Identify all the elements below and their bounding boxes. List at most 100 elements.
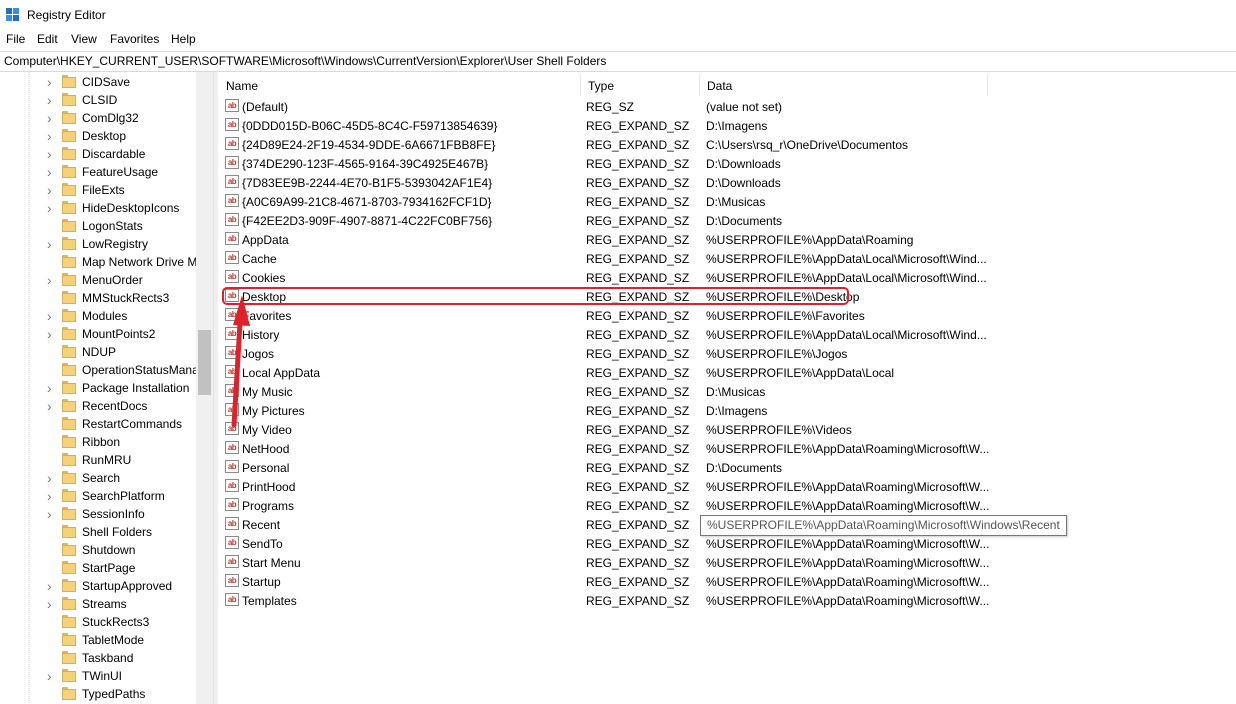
- menu-edit[interactable]: Edit: [37, 32, 58, 46]
- expand-chevron-icon[interactable]: ›: [47, 111, 57, 125]
- tree-item-label: RestartCommands: [82, 417, 183, 431]
- tree-item[interactable]: NDUP: [0, 343, 196, 361]
- tree-item[interactable]: MMStuckRects3: [0, 289, 196, 307]
- tree-item[interactable]: › MenuOrder: [0, 271, 196, 289]
- tree-item[interactable]: › RecentDocs: [0, 397, 196, 415]
- tree-item[interactable]: Taskband: [0, 649, 196, 667]
- tree-item[interactable]: › SearchPlatform: [0, 487, 196, 505]
- value-row[interactable]: ab {0DDD015D-B06C-45D5-8C4C-F59713854639}…: [218, 116, 1236, 135]
- value-row[interactable]: ab PrintHood REG_EXPAND_SZ %USERPROFILE%\Ap…: [218, 477, 1236, 496]
- tree-item[interactable]: › Streams: [0, 595, 196, 613]
- folder-icon: [62, 597, 76, 610]
- value-row[interactable]: ab Programs REG_EXPAND_SZ %USERPROFILE%\App…: [218, 496, 1236, 515]
- value-name: {7D83EE9B-2244-4E70-B1F5-5393042AF1E4}: [242, 176, 493, 190]
- tree-item[interactable]: › Discardable: [0, 145, 196, 163]
- value-row[interactable]: ab Favorites REG_EXPAND_SZ %USERPROFILE%\Fa…: [218, 306, 1236, 325]
- tree-item[interactable]: › CIDSave: [0, 73, 196, 91]
- expand-chevron-icon[interactable]: ›: [47, 129, 57, 143]
- expand-chevron-icon[interactable]: ›: [47, 183, 57, 197]
- tree-item[interactable]: TypedPaths: [0, 685, 196, 703]
- expand-chevron-icon[interactable]: ›: [47, 381, 57, 395]
- value-row[interactable]: ab Templates REG_EXPAND_SZ %USERPROFILE%\Ap…: [218, 591, 1236, 610]
- values-list[interactable]: Name Type Data ab (Default) REG_SZ (value n…: [218, 72, 1236, 704]
- value-row[interactable]: ab {374DE290-123F-4565-9164-39C4925E467B}…: [218, 154, 1236, 173]
- expand-chevron-icon[interactable]: ›: [47, 273, 57, 287]
- expand-chevron-icon[interactable]: ›: [47, 399, 57, 413]
- expand-chevron-icon[interactable]: ›: [47, 327, 57, 341]
- tree-item[interactable]: › Package Installation: [0, 379, 196, 397]
- value-row[interactable]: ab {24D89E24-2F19-4534-9DDE-6A6671FBB8FE}…: [218, 135, 1236, 154]
- tree-item[interactable]: › Desktop: [0, 127, 196, 145]
- tree-item[interactable]: › TWinUI: [0, 667, 196, 685]
- value-row[interactable]: ab {7D83EE9B-2244-4E70-B1F5-5393042AF1E4}…: [218, 173, 1236, 192]
- expand-chevron-icon[interactable]: ›: [47, 669, 57, 683]
- column-header-data[interactable]: Data: [699, 74, 988, 96]
- key-tree[interactable]: › CIDSave › CLSID › ComDlg32 › Desktop › Discarda…: [0, 72, 213, 704]
- tree-item[interactable]: › HideDesktopIcons: [0, 199, 196, 217]
- menu-view[interactable]: View: [71, 32, 97, 46]
- value-row[interactable]: ab (Default) REG_SZ (value not set): [218, 97, 1236, 116]
- expand-chevron-icon[interactable]: ›: [47, 579, 57, 593]
- expand-chevron-icon[interactable]: ›: [47, 147, 57, 161]
- value-row[interactable]: ab My Pictures REG_EXPAND_SZ D:\Imagens: [218, 401, 1236, 420]
- value-row[interactable]: ab Cookies REG_EXPAND_SZ %USERPROFILE%\AppD…: [218, 268, 1236, 287]
- value-row[interactable]: ab AppData REG_EXPAND_SZ %USERPROFILE%\AppD…: [218, 230, 1236, 249]
- tree-item[interactable]: › Search: [0, 469, 196, 487]
- expand-chevron-icon[interactable]: ›: [47, 507, 57, 521]
- tree-item[interactable]: › LowRegistry: [0, 235, 196, 253]
- tree-item[interactable]: TabletMode: [0, 631, 196, 649]
- value-data: D:\Downloads: [706, 176, 781, 190]
- menu-favorites[interactable]: Favorites: [110, 32, 159, 46]
- expand-chevron-icon[interactable]: ›: [47, 237, 57, 251]
- expand-chevron-icon[interactable]: ›: [47, 489, 57, 503]
- value-row[interactable]: ab History REG_EXPAND_SZ %USERPROFILE%\AppD…: [218, 325, 1236, 344]
- tree-item[interactable]: › FeatureUsage: [0, 163, 196, 181]
- value-row[interactable]: ab Jogos REG_EXPAND_SZ %USERPROFILE%\Jogos: [218, 344, 1236, 363]
- value-row[interactable]: ab My Video REG_EXPAND_SZ %USERPROFILE%\Vid…: [218, 420, 1236, 439]
- tree-item[interactable]: › MountPoints2: [0, 325, 196, 343]
- tree-item[interactable]: › CLSID: [0, 91, 196, 109]
- folder-icon: [62, 633, 76, 646]
- tree-item[interactable]: StuckRects3: [0, 613, 196, 631]
- value-row[interactable]: ab SendTo REG_EXPAND_SZ %USERPROFILE%\AppDa…: [218, 534, 1236, 553]
- tree-item[interactable]: LogonStats: [0, 217, 196, 235]
- expand-chevron-icon[interactable]: ›: [47, 309, 57, 323]
- expand-chevron-icon[interactable]: ›: [47, 597, 57, 611]
- tree-item[interactable]: › ComDlg32: [0, 109, 196, 127]
- column-header-type[interactable]: Type: [580, 74, 700, 96]
- tree-item[interactable]: Shell Folders: [0, 523, 196, 541]
- expand-chevron-icon[interactable]: ›: [47, 201, 57, 215]
- tree-item[interactable]: Shutdown: [0, 541, 196, 559]
- tree-item[interactable]: › SessionInfo: [0, 505, 196, 523]
- expand-chevron-icon[interactable]: ›: [47, 471, 57, 485]
- value-row[interactable]: ab Local AppData REG_EXPAND_SZ %USERPROFILE…: [218, 363, 1236, 382]
- column-header-name[interactable]: Name: [218, 74, 581, 96]
- tree-item[interactable]: StartPage: [0, 559, 196, 577]
- tree-item[interactable]: OperationStatusMana: [0, 361, 199, 379]
- expand-chevron-icon[interactable]: ›: [47, 75, 57, 89]
- tree-scrollbar-thumb[interactable]: [198, 330, 211, 395]
- folder-icon: [62, 255, 76, 268]
- menu-file[interactable]: File: [6, 32, 25, 46]
- value-row[interactable]: ab NetHood REG_EXPAND_SZ %USERPROFILE%\AppD…: [218, 439, 1236, 458]
- value-row[interactable]: ab {A0C69A99-21C8-4671-8703-7934162FCF1D}…: [218, 192, 1236, 211]
- tree-item[interactable]: RestartCommands: [0, 415, 196, 433]
- address-path[interactable]: Computer\HKEY_CURRENT_USER\SOFTWARE\Micr…: [4, 54, 606, 68]
- folder-icon: [62, 471, 76, 484]
- tree-item[interactable]: › Modules: [0, 307, 196, 325]
- value-row[interactable]: ab Start Menu REG_EXPAND_SZ %USERPROFILE%\A…: [218, 553, 1236, 572]
- tree-item[interactable]: › StartupApproved: [0, 577, 196, 595]
- expand-chevron-icon[interactable]: ›: [47, 93, 57, 107]
- tree-item[interactable]: › FileExts: [0, 181, 196, 199]
- tree-item[interactable]: Map Network Drive M: [0, 253, 197, 271]
- menu-help[interactable]: Help: [171, 32, 196, 46]
- tree-item[interactable]: RunMRU: [0, 451, 196, 469]
- value-row[interactable]: ab My Music REG_EXPAND_SZ D:\Musicas: [218, 382, 1236, 401]
- value-row[interactable]: ab {F42EE2D3-909F-4907-8871-4C22FC0BF756}…: [218, 211, 1236, 230]
- expand-chevron-icon[interactable]: ›: [47, 165, 57, 179]
- value-row[interactable]: ab Cache REG_EXPAND_SZ %USERPROFILE%\AppDat…: [218, 249, 1236, 268]
- value-row[interactable]: ab Personal REG_EXPAND_SZ D:\Documents: [218, 458, 1236, 477]
- address-bar[interactable]: Computer\HKEY_CURRENT_USER\SOFTWARE\Micr…: [0, 51, 1236, 72]
- value-row[interactable]: ab Startup REG_EXPAND_SZ %USERPROFILE%\AppD…: [218, 572, 1236, 591]
- tree-item[interactable]: Ribbon: [0, 433, 196, 451]
